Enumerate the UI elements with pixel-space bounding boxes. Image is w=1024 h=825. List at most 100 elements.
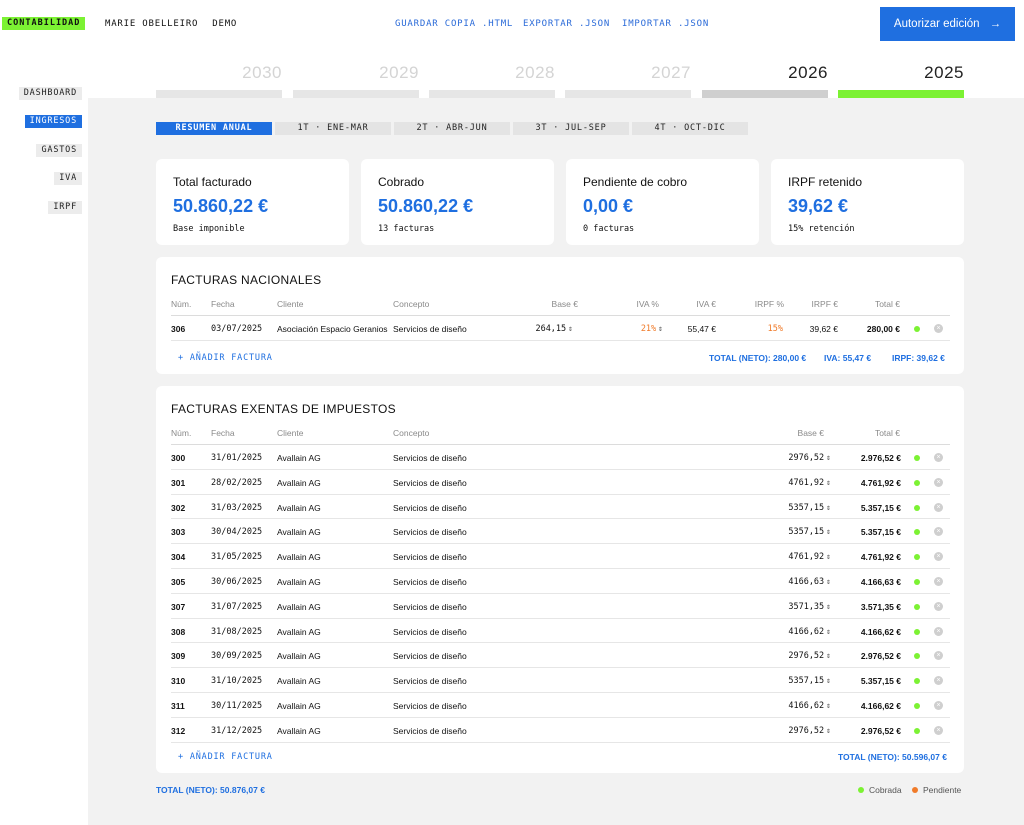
invoice-base[interactable]: 5357,15 ⇕ xyxy=(759,527,831,537)
invoice-concept[interactable]: Servicios de diseño xyxy=(393,651,467,661)
stepper-icon[interactable]: ⇕ xyxy=(658,324,663,333)
table-row[interactable]: 308 31/08/2025 Avallain AG Servicios de dis… xyxy=(171,619,950,644)
year-tab-2026[interactable]: 2026 xyxy=(702,63,828,83)
invoice-date[interactable]: 31/10/2025 xyxy=(211,676,262,686)
invoice-client[interactable]: Avallain AG xyxy=(277,577,321,587)
invoice-concept[interactable]: Servicios de diseño xyxy=(393,701,467,711)
invoice-base[interactable]: 5357,15 ⇕ xyxy=(759,503,831,513)
stepper-icon[interactable]: ⇕ xyxy=(826,478,831,487)
close-icon[interactable]: × xyxy=(934,725,943,735)
sidebar-item-ingresos[interactable]: INGRESOS xyxy=(24,115,82,128)
invoice-base[interactable]: 4761,92 ⇕ xyxy=(759,552,831,562)
stepper-icon[interactable]: ⇕ xyxy=(826,527,831,536)
stepper-icon[interactable]: ⇕ xyxy=(826,676,831,685)
import-json-link[interactable]: IMPORTAR .JSON xyxy=(622,19,709,29)
invoice-date[interactable]: 31/12/2025 xyxy=(211,726,262,736)
table-row[interactable]: 306 03/07/2025 Asociación Espacio Gerani… xyxy=(171,316,950,341)
invoice-date[interactable]: 30/06/2025 xyxy=(211,577,262,587)
invoice-date[interactable]: 28/02/2025 xyxy=(211,478,262,488)
status-dot-icon[interactable] xyxy=(914,554,920,561)
status-dot-icon[interactable] xyxy=(914,703,920,709)
year-tab-2028[interactable]: 2028 xyxy=(429,63,555,83)
status-dot-icon[interactable] xyxy=(914,326,920,332)
stepper-icon[interactable]: ⇕ xyxy=(826,701,831,710)
invoice-concept[interactable]: Servicios de diseño xyxy=(393,602,467,612)
table-row[interactable]: 309 30/09/2025 Avallain AG Servicios de dis… xyxy=(171,643,950,669)
status-dot-icon[interactable] xyxy=(914,579,920,585)
invoice-concept[interactable]: Servicios de diseño xyxy=(393,478,467,488)
invoice-date[interactable]: 31/08/2025 xyxy=(211,627,262,637)
tab-2t[interactable]: 2T · ABR-JUN xyxy=(394,122,510,135)
table-row[interactable]: 311 30/11/2025 Avallain AG Servicios de dis… xyxy=(171,693,950,718)
year-tab-2027[interactable]: 2027 xyxy=(565,63,691,83)
table-row[interactable]: 305 30/06/2025 Avallain AG Servicios de dis… xyxy=(171,569,950,594)
close-icon[interactable]: × xyxy=(934,651,943,661)
tab-3t[interactable]: 3T · JUL-SEP xyxy=(513,122,629,135)
stepper-icon[interactable]: ⇕ xyxy=(826,577,831,586)
invoice-base[interactable]: 4761,92 ⇕ xyxy=(759,478,831,488)
invoice-client[interactable]: Avallain AG xyxy=(277,676,321,686)
table-row[interactable]: 307 31/07/2025 Avallain AG Servicios de dis… xyxy=(171,594,950,619)
save-html-link[interactable]: GUARDAR COPIA .HTML xyxy=(395,19,513,29)
status-dot-icon[interactable] xyxy=(914,727,920,734)
invoice-date[interactable]: 31/07/2025 xyxy=(211,602,262,612)
close-icon[interactable]: × xyxy=(934,577,943,586)
sidebar-item-iva[interactable]: IVA xyxy=(54,172,82,185)
invoice-irpf-pct[interactable]: 15% xyxy=(731,324,783,334)
invoice-concept[interactable]: Servicios de diseño xyxy=(393,503,467,513)
year-tab-2030[interactable]: 2030 xyxy=(156,63,282,83)
sidebar-item-dashboard[interactable]: DASHBOARD xyxy=(18,87,82,100)
status-dot-icon[interactable] xyxy=(914,529,920,536)
close-icon[interactable]: × xyxy=(934,502,943,512)
invoice-client[interactable]: Avallain AG xyxy=(277,552,321,562)
stepper-icon[interactable]: ⇕ xyxy=(826,726,831,735)
stepper-icon[interactable]: ⇕ xyxy=(568,324,573,333)
status-dot-icon[interactable] xyxy=(914,455,920,461)
status-dot-icon[interactable] xyxy=(914,628,920,635)
invoice-concept[interactable]: Servicios de diseño xyxy=(393,453,467,463)
authorize-edit-button[interactable]: Autorizar edición → xyxy=(880,7,1015,41)
stepper-icon[interactable]: ⇕ xyxy=(826,627,831,636)
add-invoice-button[interactable]: + AÑADIR FACTURA xyxy=(178,752,273,762)
invoice-client[interactable]: Avallain AG xyxy=(277,726,321,736)
invoice-base[interactable]: 264,15 ⇕ xyxy=(511,324,573,334)
close-icon[interactable]: × xyxy=(934,453,943,462)
close-icon[interactable]: × xyxy=(934,676,943,686)
export-json-link[interactable]: EXPORTAR .JSON xyxy=(523,19,610,29)
stepper-icon[interactable]: ⇕ xyxy=(826,552,831,561)
invoice-base[interactable]: 2976,52 ⇕ xyxy=(759,651,831,661)
table-row[interactable]: 301 28/02/2025 Avallain AG Servicios de dis… xyxy=(171,470,950,495)
sidebar-item-gastos[interactable]: GASTOS xyxy=(36,144,82,157)
status-dot-icon[interactable] xyxy=(914,504,920,511)
invoice-client[interactable]: Avallain AG xyxy=(277,527,321,537)
year-tab-2029[interactable]: 2029 xyxy=(293,63,419,83)
invoice-client[interactable]: Avallain AG xyxy=(277,503,321,513)
invoice-date[interactable]: 30/04/2025 xyxy=(211,527,262,537)
tab-resumen-anual[interactable]: RESUMEN ANUAL xyxy=(156,122,272,135)
invoice-client[interactable]: Asociación Espacio Geranios xyxy=(277,324,388,334)
year-tab-2025[interactable]: 2025 xyxy=(838,63,964,83)
invoice-base[interactable]: 3571,35 ⇕ xyxy=(759,602,831,612)
invoice-date[interactable]: 03/07/2025 xyxy=(211,324,262,334)
status-dot-icon[interactable] xyxy=(914,678,920,685)
invoice-client[interactable]: Avallain AG xyxy=(277,701,321,711)
sidebar-item-irpf[interactable]: IRPF xyxy=(48,201,82,214)
invoice-concept[interactable]: Servicios de diseño xyxy=(393,577,467,587)
stepper-icon[interactable]: ⇕ xyxy=(826,651,831,660)
invoice-base[interactable]: 5357,15 ⇕ xyxy=(759,676,831,686)
table-row[interactable]: 304 31/05/2025 Avallain AG Servicios de dis… xyxy=(171,544,950,569)
invoice-concept[interactable]: Servicios de diseño xyxy=(393,627,467,637)
close-icon[interactable]: × xyxy=(934,527,943,537)
invoice-date[interactable]: 31/05/2025 xyxy=(211,552,262,562)
invoice-base[interactable]: 4166,62 ⇕ xyxy=(759,627,831,637)
invoice-concept[interactable]: Servicios de diseño xyxy=(393,527,467,537)
status-dot-icon[interactable] xyxy=(914,479,920,486)
status-dot-icon[interactable] xyxy=(914,603,920,610)
table-row[interactable]: 300 31/01/2025 Avallain AG Servicios de dis… xyxy=(171,445,950,470)
invoice-base[interactable]: 2976,52 ⇕ xyxy=(759,726,831,736)
invoice-client[interactable]: Avallain AG xyxy=(277,478,321,488)
stepper-icon[interactable]: ⇕ xyxy=(826,453,831,462)
invoice-base[interactable]: 4166,62 ⇕ xyxy=(759,701,831,711)
close-icon[interactable]: × xyxy=(934,626,943,636)
table-row[interactable]: 302 31/03/2025 Avallain AG Servicios de dis… xyxy=(171,495,950,520)
